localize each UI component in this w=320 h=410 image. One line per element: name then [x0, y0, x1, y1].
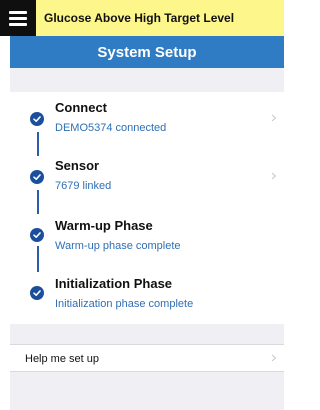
chevron-right-icon: [271, 354, 277, 362]
check-circle-icon: [30, 228, 44, 242]
section-spacer: [10, 324, 284, 344]
check-circle-icon: [30, 170, 44, 184]
timeline-connector: [37, 190, 39, 214]
menu-icon-bar: [9, 11, 27, 14]
step-status: DEMO5374 connected: [55, 122, 167, 134]
page-title: System Setup: [97, 44, 197, 61]
alert-text: Glucose Above High Target Level: [44, 11, 235, 25]
step-title: Initialization Phase: [55, 276, 173, 291]
alert-banner: Glucose Above High Target Level: [0, 0, 284, 36]
help-me-set-up-row[interactable]: Help me set up: [10, 344, 284, 372]
menu-icon-bar: [9, 17, 27, 20]
step-status: Initialization phase complete: [55, 298, 194, 310]
section-spacer: [10, 68, 284, 92]
check-circle-icon: [30, 286, 44, 300]
menu-icon-bar: [9, 23, 27, 26]
step-title: Connect: [55, 100, 107, 115]
chevron-right-icon: [271, 172, 277, 180]
setup-steps: Connect DEMO5374 connected Sensor 7679 l…: [10, 92, 284, 324]
step-status: Warm-up phase complete: [55, 240, 181, 252]
timeline-connector: [37, 132, 39, 156]
timeline-connector: [37, 246, 39, 272]
chevron-right-icon: [271, 114, 277, 122]
footer-spacer: [10, 372, 284, 410]
menu-button[interactable]: [0, 0, 36, 36]
check-circle-icon: [30, 112, 44, 126]
step-title: Sensor: [55, 158, 100, 173]
header-bar: System Setup: [10, 36, 284, 68]
step-status: 7679 linked: [55, 180, 112, 192]
help-label: Help me set up: [25, 353, 99, 365]
step-title: Warm-up Phase: [55, 218, 153, 233]
